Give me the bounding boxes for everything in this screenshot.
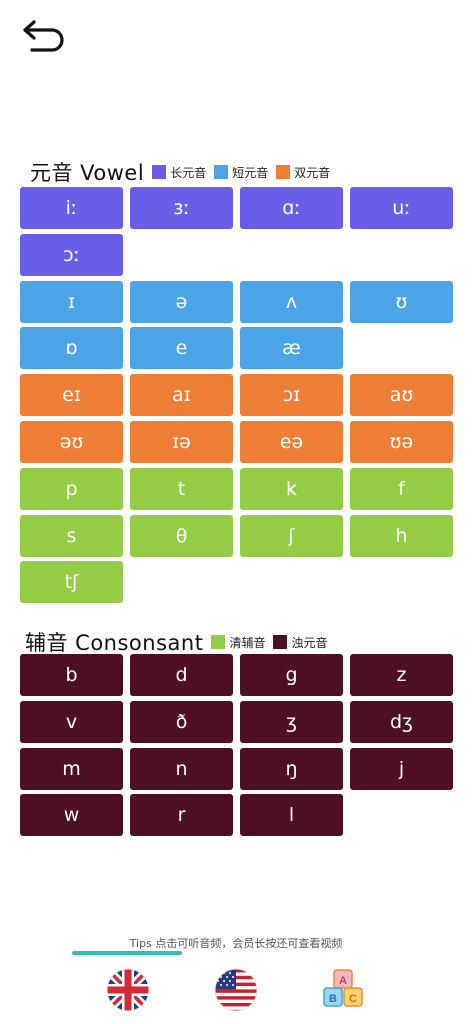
phoneme-button[interactable]: g bbox=[240, 654, 343, 696]
phoneme-button[interactable]: ŋ bbox=[240, 747, 343, 790]
phoneme-button[interactable]: ɪə bbox=[130, 421, 233, 463]
phoneme-button[interactable]: j bbox=[350, 747, 453, 790]
consonant-section-header: 辅音 Consonsant 清辅音 浊元音 bbox=[25, 627, 335, 657]
block-letter-a: A bbox=[339, 975, 347, 987]
consonant-section-title: 辅音 Consonsant bbox=[25, 631, 204, 655]
legend-label: 长元音 bbox=[170, 165, 207, 180]
phoneme-button[interactable]: p bbox=[20, 467, 123, 510]
vowel-legend-item: 长元音 bbox=[152, 164, 206, 181]
phoneme-button[interactable]: dʒ bbox=[350, 700, 453, 743]
phoneme-button[interactable]: aɪ bbox=[130, 374, 233, 417]
vowel-section-title: 元音 Vowel bbox=[30, 161, 145, 185]
legend-swatch bbox=[273, 635, 288, 649]
legend-label: 短元音 bbox=[232, 165, 269, 180]
phoneme-button[interactable]: eə bbox=[240, 421, 343, 463]
tips-text: Tips 点击可听音频，会员长按还可查看视频 bbox=[129, 937, 343, 950]
phoneme-button[interactable]: r bbox=[130, 794, 233, 837]
phoneme-button[interactable]: l bbox=[240, 794, 343, 837]
consonant-legend-item: 清辅音 bbox=[211, 634, 265, 651]
phoneme-button[interactable]: ɔɪ bbox=[240, 374, 343, 417]
phoneme-button[interactable]: m bbox=[20, 747, 123, 790]
phoneme-button[interactable]: z bbox=[350, 654, 453, 696]
block-letter-c: C bbox=[349, 993, 357, 1005]
phoneme-button[interactable]: ɔː bbox=[20, 233, 123, 276]
phoneme-button[interactable]: v bbox=[20, 700, 123, 743]
phoneme-button[interactable]: b bbox=[20, 654, 123, 696]
phoneme-button[interactable]: uː bbox=[350, 187, 453, 229]
phoneme-button[interactable]: aʊ bbox=[350, 374, 453, 417]
phoneme-button[interactable]: θ bbox=[130, 514, 233, 557]
audio-progress-fill bbox=[72, 951, 182, 955]
phoneme-button[interactable]: e bbox=[130, 327, 233, 370]
phoneme-button[interactable]: ɪ bbox=[20, 280, 123, 323]
phoneme-button[interactable]: iː bbox=[20, 187, 123, 229]
legend-swatch bbox=[152, 165, 167, 179]
phoneme-button[interactable]: eɪ bbox=[20, 374, 123, 417]
abc-blocks-icon: A B C bbox=[323, 969, 363, 1007]
phoneme-button[interactable]: d bbox=[130, 654, 233, 696]
phoneme-button[interactable]: ʃ bbox=[240, 514, 343, 557]
phoneme-button[interactable]: ʊ bbox=[350, 280, 453, 323]
phoneme-button[interactable]: əʊ bbox=[20, 421, 123, 463]
phoneme-button[interactable]: ə bbox=[130, 280, 233, 323]
vowel-section-header: 元音 Vowel 长元音 短元音 双元音 bbox=[30, 157, 338, 187]
phoneme-button[interactable]: æ bbox=[240, 327, 343, 370]
phoneme-button[interactable]: f bbox=[350, 467, 453, 510]
phoneme-button[interactable]: ɑː bbox=[240, 187, 343, 229]
legend-swatch bbox=[276, 165, 291, 179]
phoneme-button[interactable]: ʒ bbox=[240, 700, 343, 743]
us-flag-button[interactable] bbox=[212, 966, 260, 1014]
vowel-legend-item: 双元音 bbox=[276, 164, 330, 181]
back-button[interactable] bbox=[20, 14, 68, 54]
phoneme-button[interactable]: w bbox=[20, 794, 123, 837]
uk-flag-icon bbox=[106, 968, 150, 1012]
consonant-legend: 清辅音 浊元音 bbox=[211, 634, 335, 651]
abc-blocks-button[interactable]: A B C bbox=[320, 966, 368, 1014]
phoneme-button[interactable]: ʊə bbox=[350, 421, 453, 463]
consonant-legend-item: 浊元音 bbox=[273, 634, 327, 651]
phoneme-button[interactable]: ɜː bbox=[130, 187, 233, 229]
audio-progress-bar bbox=[72, 951, 182, 955]
us-flag-icon bbox=[214, 968, 258, 1012]
phoneme-button[interactable]: n bbox=[130, 747, 233, 790]
legend-label: 双元音 bbox=[294, 165, 331, 180]
legend-swatch bbox=[211, 635, 226, 649]
phoneme-button[interactable]: s bbox=[20, 514, 123, 557]
phoneme-button[interactable]: k bbox=[240, 467, 343, 510]
vowel-legend: 长元音 短元音 双元音 bbox=[152, 164, 338, 181]
phoneme-button[interactable]: h bbox=[350, 514, 453, 557]
vowel-legend-item: 短元音 bbox=[214, 164, 268, 181]
phoneme-button[interactable]: ɒ bbox=[20, 327, 123, 370]
legend-label: 浊元音 bbox=[291, 635, 328, 650]
phoneme-button[interactable]: ð bbox=[130, 700, 233, 743]
phoneme-button[interactable]: tʃ bbox=[20, 561, 123, 604]
back-arrow-icon bbox=[23, 20, 64, 52]
phoneme-button[interactable]: t bbox=[130, 467, 233, 510]
block-letter-b: B bbox=[329, 993, 337, 1005]
phoneme-button[interactable]: ʌ bbox=[240, 280, 343, 323]
uk-flag-button[interactable] bbox=[104, 966, 152, 1014]
legend-swatch bbox=[214, 165, 229, 179]
legend-label: 清辅音 bbox=[229, 635, 266, 650]
